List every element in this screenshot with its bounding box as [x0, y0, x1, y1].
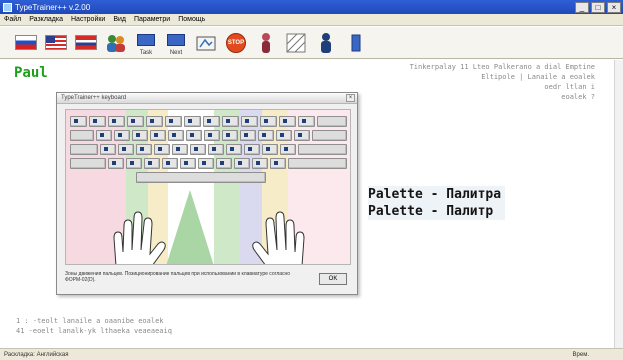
- app-icon: [3, 2, 12, 12]
- toolbar: Task Next STOP: [0, 27, 623, 59]
- key: [279, 116, 296, 127]
- key: [89, 116, 106, 127]
- stop-icon[interactable]: STOP: [224, 31, 248, 55]
- title-bar: TypeTrainer++ v.2.00 _ □ ×: [0, 0, 623, 14]
- key: [100, 144, 116, 155]
- key: [154, 144, 170, 155]
- key: [108, 116, 125, 127]
- key: [118, 144, 134, 155]
- status-bar: Раскладка: Английская Врем.: [0, 348, 623, 360]
- key: [126, 158, 142, 169]
- history-text: 1 : -teolt lanaile a oaanibe eoalek 41 -…: [16, 317, 172, 335]
- figure-icon[interactable]: [314, 31, 338, 55]
- menu-file[interactable]: Файл: [4, 16, 21, 23]
- key-enter: [298, 144, 347, 155]
- menu-view[interactable]: Вид: [113, 16, 126, 23]
- key: [114, 130, 130, 141]
- key: [270, 158, 286, 169]
- dialog-footer-text: Зоны движения пальцев. Позиционирование …: [65, 271, 291, 283]
- key-backspace: [317, 116, 347, 127]
- key: [262, 144, 278, 155]
- dialog-ok-button[interactable]: OK: [319, 273, 347, 285]
- window-title: TypeTrainer++ v.2.00: [15, 2, 91, 12]
- key-shift-right: [288, 158, 347, 169]
- person-icon[interactable]: [254, 31, 278, 55]
- key: [96, 130, 112, 141]
- status-time: Врем.: [572, 351, 589, 358]
- key: [208, 144, 224, 155]
- close-button[interactable]: ×: [607, 1, 621, 13]
- key: [132, 130, 148, 141]
- maximize-button[interactable]: □: [591, 1, 605, 13]
- key: [294, 130, 310, 141]
- key: [108, 158, 124, 169]
- key: [168, 130, 184, 141]
- key: [241, 116, 258, 127]
- key: [144, 158, 160, 169]
- key: [260, 116, 277, 127]
- task-icon[interactable]: Task: [134, 31, 158, 56]
- key: [146, 116, 163, 127]
- key: [244, 144, 260, 155]
- dialog-close-button[interactable]: ×: [346, 94, 355, 102]
- key: [136, 144, 152, 155]
- key: [226, 144, 242, 155]
- key: [203, 116, 220, 127]
- key-caps: [70, 144, 98, 155]
- key: [252, 158, 268, 169]
- dialog-title: TypeTrainer++ keyboard ×: [57, 93, 357, 104]
- key: [180, 158, 196, 169]
- hatch-icon[interactable]: [284, 31, 308, 55]
- key: [70, 116, 87, 127]
- key: [234, 158, 250, 169]
- keyboard-dialog: TypeTrainer++ keyboard × Зоны движения п…: [56, 92, 358, 295]
- flag-us-icon[interactable]: [44, 31, 68, 55]
- menu-bar: Файл Разкладка Настройки Вид Параметри П…: [0, 14, 623, 26]
- key: [222, 130, 238, 141]
- practice-line-1: Palette - Палитра: [368, 186, 506, 203]
- key: [186, 130, 202, 141]
- bookmark-icon[interactable]: [344, 31, 368, 55]
- key: [240, 130, 256, 141]
- user-name: Paul: [14, 65, 48, 81]
- key-tab: [70, 130, 94, 141]
- key: [276, 130, 292, 141]
- key: [127, 116, 144, 127]
- key: [162, 158, 178, 169]
- minimize-button[interactable]: _: [575, 1, 589, 13]
- vertical-scrollbar[interactable]: [614, 60, 623, 348]
- users-icon[interactable]: [104, 31, 128, 55]
- key: [258, 130, 274, 141]
- flag-mix-icon[interactable]: [74, 31, 98, 55]
- key: [298, 116, 315, 127]
- key: [150, 130, 166, 141]
- key: [222, 116, 239, 127]
- key: [280, 144, 296, 155]
- practice-line-2: Palette - Палитр: [368, 203, 506, 220]
- menu-help[interactable]: Помощь: [178, 16, 205, 23]
- keyboard-diagram: [65, 109, 351, 265]
- key-backslash: [312, 130, 347, 141]
- key-shift-left: [70, 158, 106, 169]
- key: [165, 116, 182, 127]
- key-space: [136, 172, 266, 183]
- flag-ru-icon[interactable]: [14, 31, 38, 55]
- hands-icon: [113, 211, 305, 264]
- practice-words: Palette - Палитра Palette - Палитр: [368, 186, 506, 220]
- key: [216, 158, 232, 169]
- key: [190, 144, 206, 155]
- key: [184, 116, 201, 127]
- key: [204, 130, 220, 141]
- key: [172, 144, 188, 155]
- status-layout: Раскладка: Английская: [4, 351, 69, 358]
- menu-params[interactable]: Параметри: [134, 16, 170, 23]
- key: [198, 158, 214, 169]
- menu-settings[interactable]: Настройки: [71, 16, 105, 23]
- menu-layout[interactable]: Разкладка: [29, 16, 63, 23]
- keyboard-icon[interactable]: [194, 31, 218, 55]
- next-icon[interactable]: Next: [164, 31, 188, 56]
